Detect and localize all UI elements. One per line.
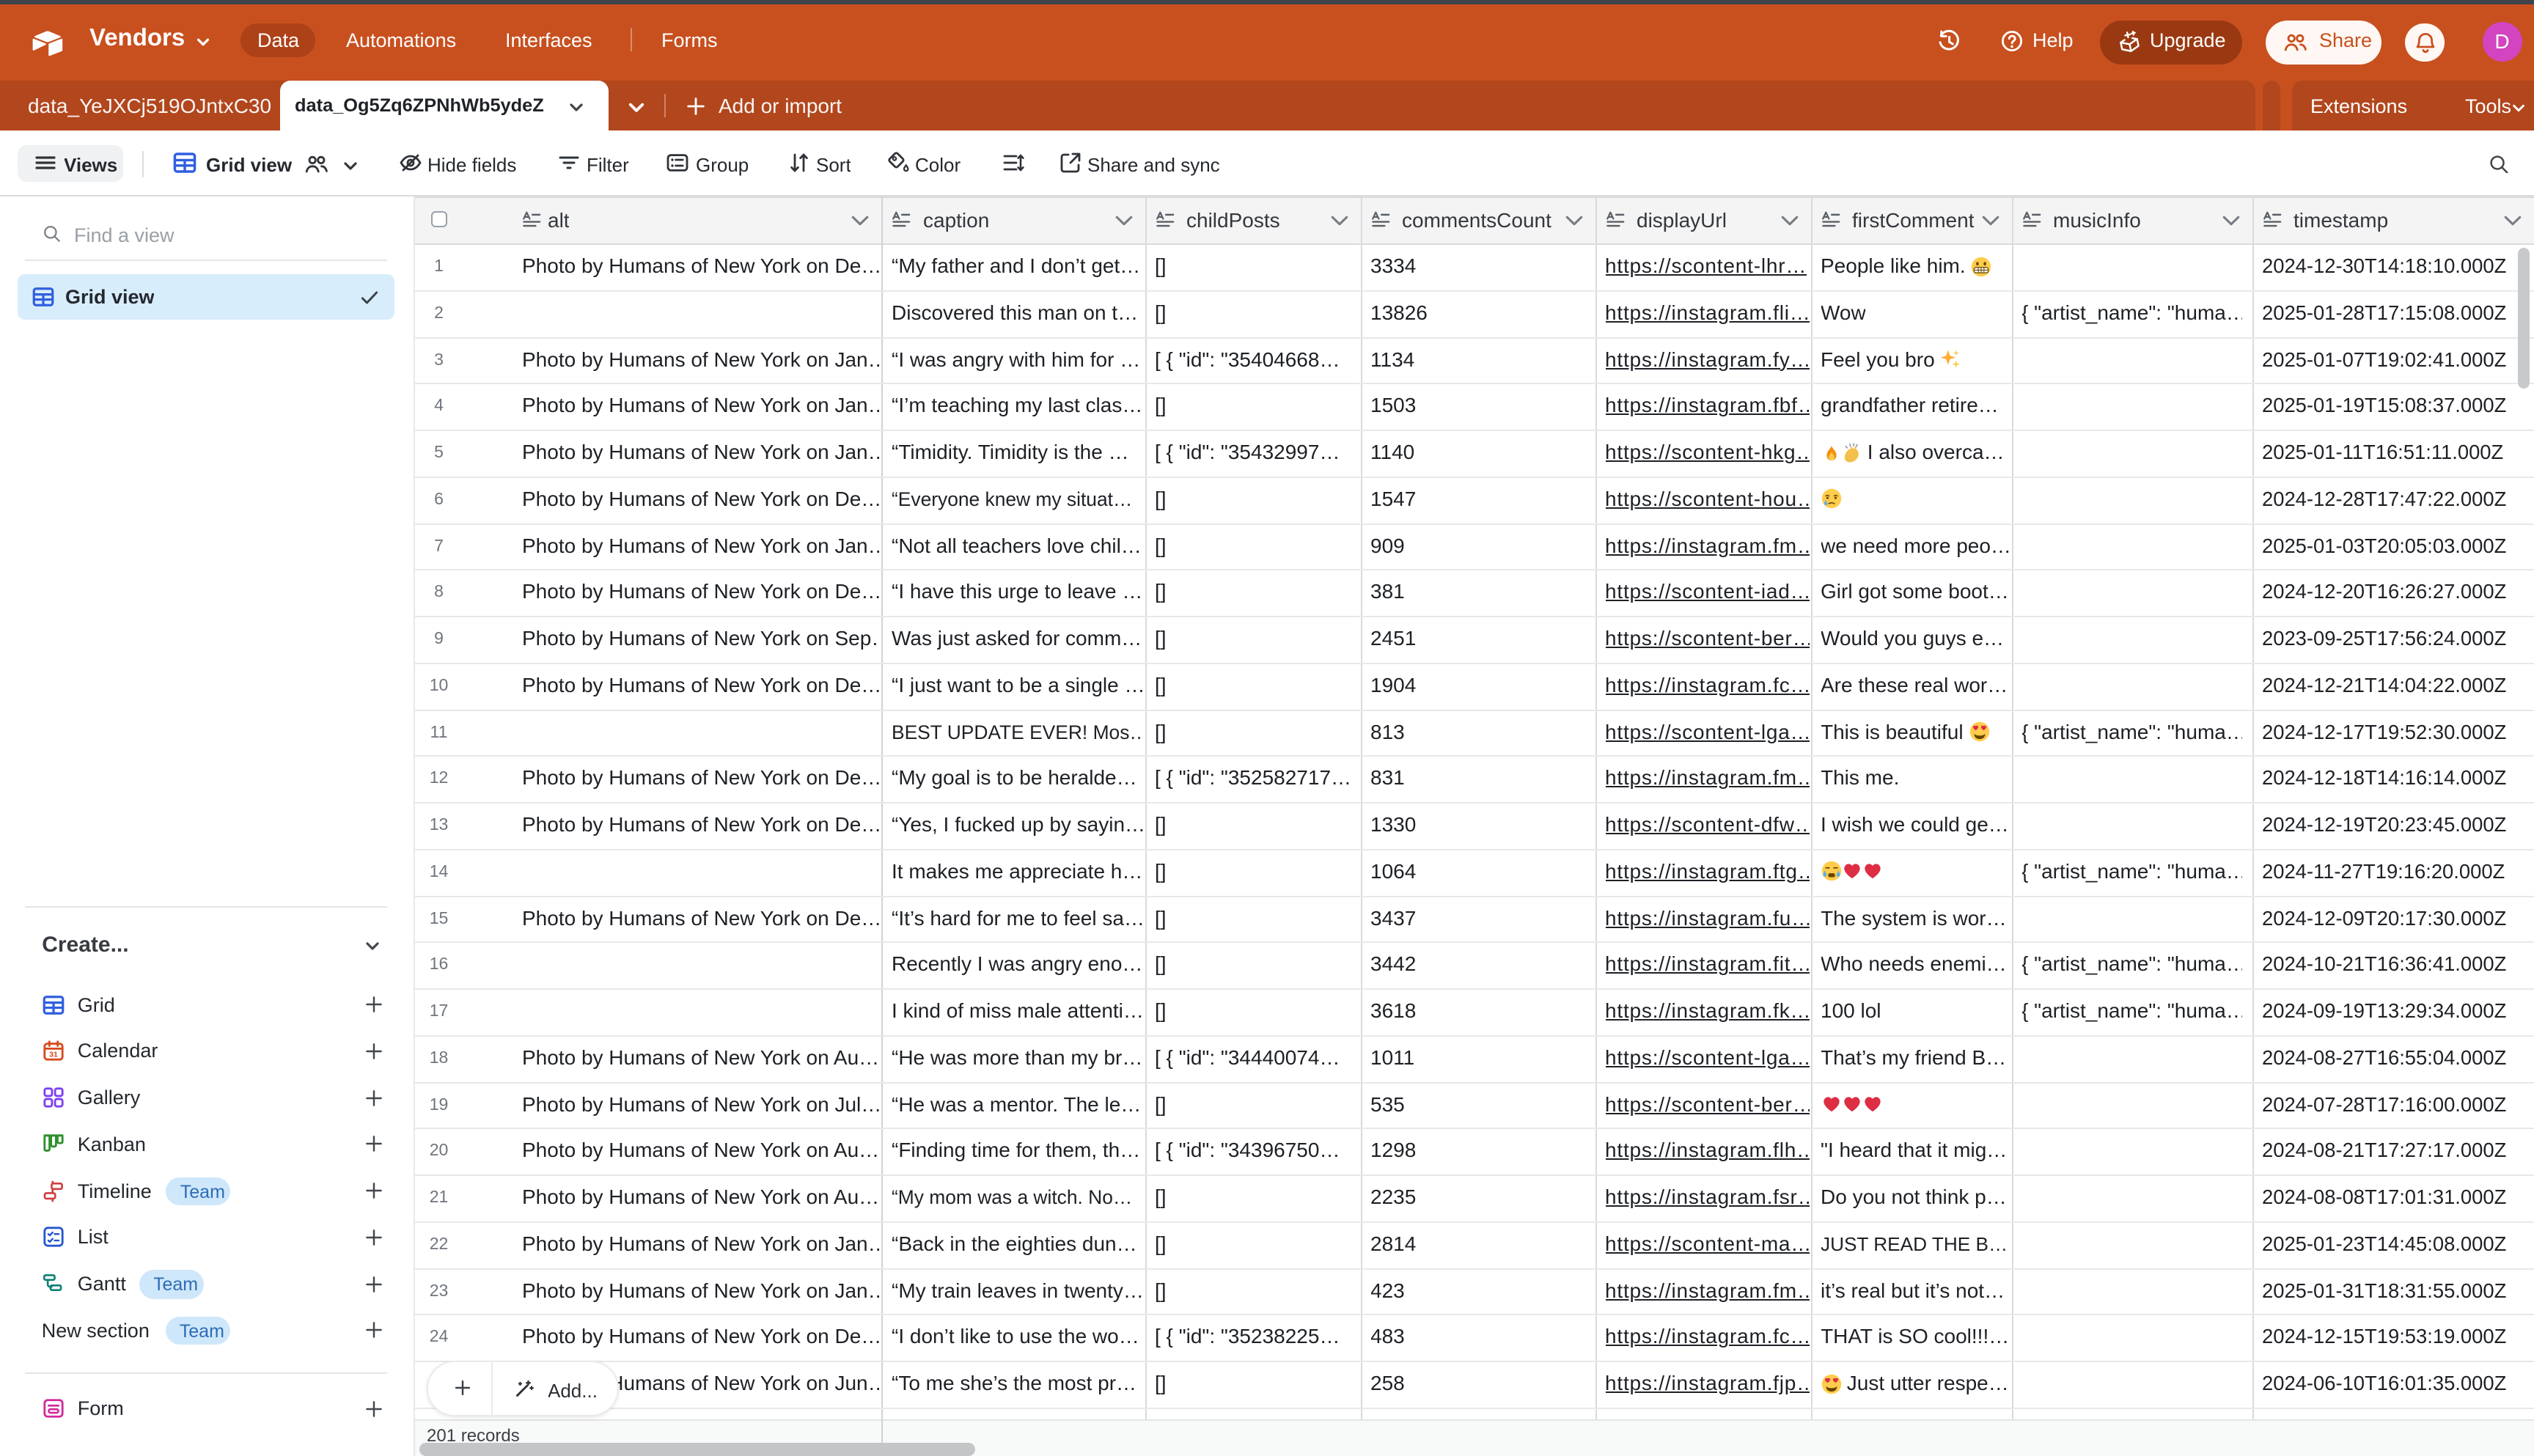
svg-text:31: 31 [49,1051,58,1059]
